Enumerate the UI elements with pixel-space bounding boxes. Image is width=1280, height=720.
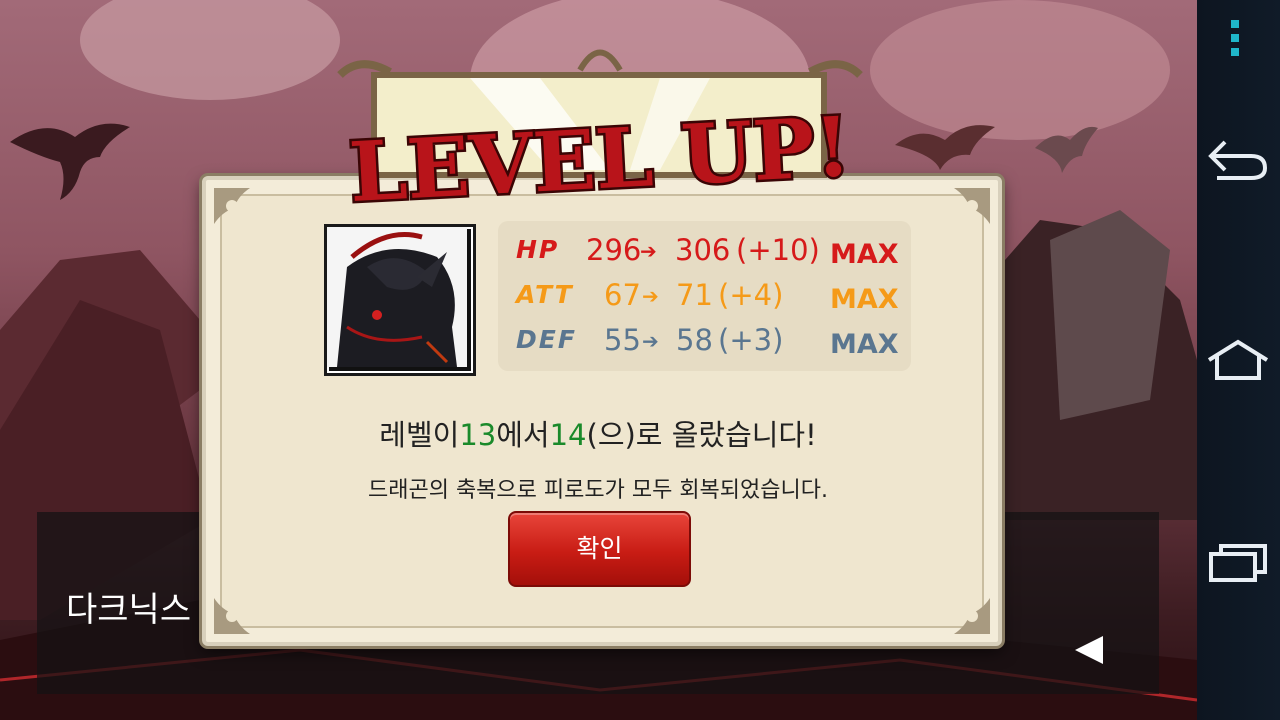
level-message-prefix: 레벨이 xyxy=(379,418,460,452)
stat-gain: (+10) xyxy=(736,233,820,267)
stat-before: 296 xyxy=(586,233,642,267)
stat-arrow-icon: ➔ xyxy=(642,329,659,353)
level-message: 레벨이 13에서 14(으)로 올랐습니다! xyxy=(0,412,1196,454)
corner-ornament-icon xyxy=(954,598,990,634)
stat-row-att: ATT 67 ➔ 71 (+4) MAX xyxy=(498,276,911,316)
dragon-silhouette-icon xyxy=(10,123,130,200)
levelup-title-text: LEVEL UP! xyxy=(347,100,853,220)
stat-label: DEF xyxy=(516,325,577,354)
speaker-name: 다크닉스 xyxy=(66,590,192,630)
stat-row-hp: HP 296 ➔ 306 (+10) MAX xyxy=(498,231,911,271)
stat-max: MAX xyxy=(830,239,899,270)
level-to: 14 xyxy=(549,418,587,452)
dragon-silhouette-icon xyxy=(895,125,995,170)
stat-gain: (+3) xyxy=(718,323,784,357)
stat-row-def: DEF 55 ➔ 58 (+3) MAX xyxy=(498,321,911,361)
stat-before: 55 xyxy=(604,323,641,357)
confirm-button[interactable]: 확인 xyxy=(508,511,691,587)
blessing-message: 드래곤의 축복으로 피로도가 모두 회복되었습니다. xyxy=(367,478,828,503)
corner-ornament-icon xyxy=(214,188,250,224)
overflow-menu-icon[interactable] xyxy=(1231,20,1241,62)
stat-arrow-icon: ➔ xyxy=(640,239,657,263)
stat-after: 71 xyxy=(676,278,713,312)
home-icon[interactable] xyxy=(1205,338,1271,382)
dragon-portrait xyxy=(324,224,476,376)
level-message-suffix: (으)로 올랐습니다! xyxy=(586,418,817,452)
stat-arrow-icon: ➔ xyxy=(642,284,659,308)
stat-after: 306 xyxy=(675,233,731,267)
dragon-portrait-icon xyxy=(327,227,467,367)
back-icon[interactable] xyxy=(1207,138,1269,182)
dialogue-next-icon[interactable] xyxy=(1075,636,1103,664)
stat-max: MAX xyxy=(830,284,899,315)
levelup-title: LEVEL UP! xyxy=(345,100,856,220)
stat-after: 58 xyxy=(676,323,713,357)
stat-label: HP xyxy=(516,235,560,264)
stats-panel: HP 296 ➔ 306 (+10) MAX ATT 67 ➔ 71 (+4) … xyxy=(498,221,911,371)
level-message-mid: 에서 xyxy=(496,418,550,452)
corner-ornament-icon xyxy=(954,188,990,224)
stat-max: MAX xyxy=(830,329,899,360)
level-from: 13 xyxy=(459,418,497,452)
system-nav-bar xyxy=(1197,0,1280,720)
stat-before: 67 xyxy=(604,278,641,312)
corner-ornament-icon xyxy=(214,598,250,634)
dragon-silhouette-icon xyxy=(1035,126,1098,173)
stat-label: ATT xyxy=(516,280,574,309)
recents-icon[interactable] xyxy=(1207,540,1269,584)
stat-gain: (+4) xyxy=(718,278,784,312)
